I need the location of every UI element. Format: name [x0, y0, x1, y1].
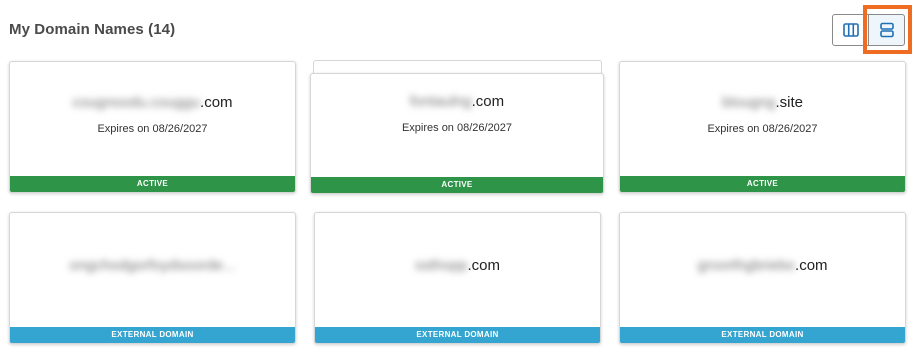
domain-name-blurred: fontaulng: [409, 93, 472, 110]
domain-name-blurred: blougng: [722, 94, 776, 111]
view-toggle: [832, 14, 906, 46]
status-badge: EXTERNAL DOMAIN: [10, 327, 295, 343]
expiry-date: Expires on 08/26/2027: [401, 122, 513, 134]
domain-card[interactable]: fontaulng.com Expires on 08/26/2027 ACTI…: [310, 73, 604, 194]
domain-name-blurred: groorthgbriebo: [697, 257, 796, 274]
domain-name: ongchodgorfoydsoorde...: [10, 257, 295, 274]
status-badge: ACTIVE: [311, 177, 603, 193]
domain-name: blougng.site: [620, 94, 905, 111]
card-tab: [313, 60, 602, 74]
expiry-date: Expires on 08/26/2027: [97, 123, 208, 135]
expiry-date: Expires on 08/26/2027: [707, 123, 818, 135]
domain-name: ssthopp.com: [315, 257, 600, 274]
status-badge: ACTIVE: [620, 176, 905, 192]
page-title: My Domain Names (14): [9, 21, 176, 38]
rows-icon: [879, 22, 894, 38]
domain-tld: .com: [471, 93, 505, 110]
domain-tld: .com: [200, 94, 233, 111]
domain-name-blurred: ssthopp: [414, 257, 468, 274]
domain-card[interactable]: groorthgbriebo.com EXTERNAL DOMAIN: [619, 212, 906, 344]
grid-view-button[interactable]: [832, 14, 869, 46]
domain-card[interactable]: blougng.site Expires on 08/26/2027 ACTIV…: [619, 61, 906, 193]
domain-name-blurred: cougnoodu.couggu: [72, 94, 201, 111]
domain-tld: .com: [467, 257, 501, 274]
columns-icon: [842, 23, 859, 37]
domain-card[interactable]: cougnoodu.couggu.com Expires on 08/26/20…: [9, 61, 296, 193]
list-view-button[interactable]: [868, 14, 905, 46]
domain-card[interactable]: ssthopp.com EXTERNAL DOMAIN: [314, 212, 601, 344]
domain-tld: .site: [775, 94, 803, 111]
domain-name: cougnoodu.couggu.com: [10, 94, 295, 111]
domain-name-blurred: ongchodgorfoydsoorde...: [69, 257, 236, 274]
status-badge: ACTIVE: [10, 176, 295, 192]
domain-name: groorthgbriebo.com: [620, 257, 905, 274]
domain-card[interactable]: ongchodgorfoydsoorde... EXTERNAL DOMAIN: [9, 212, 296, 344]
status-badge: EXTERNAL DOMAIN: [315, 327, 600, 343]
domain-tld: .com: [795, 257, 828, 274]
status-badge: EXTERNAL DOMAIN: [620, 327, 905, 343]
domain-name: fontaulng.com: [311, 93, 603, 110]
